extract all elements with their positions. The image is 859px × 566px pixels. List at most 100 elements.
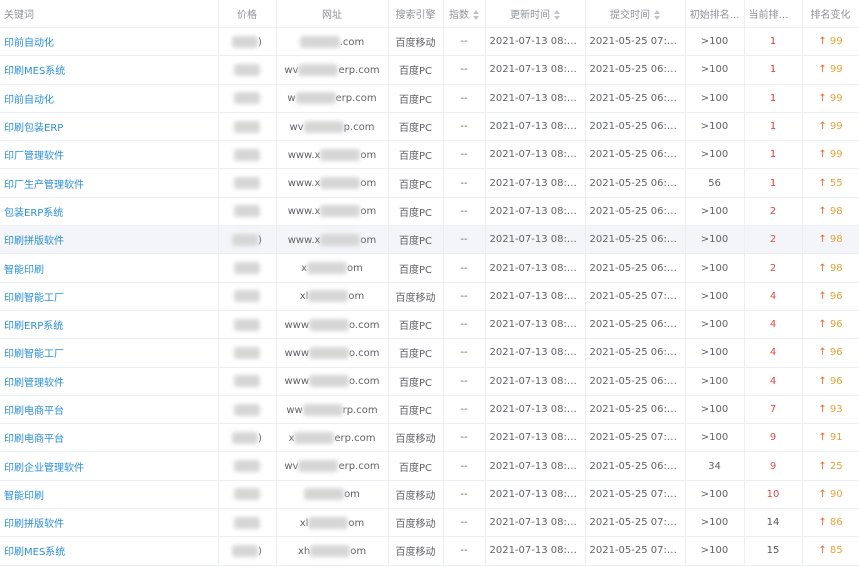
header-index[interactable]: 指数: [443, 0, 486, 28]
initial-rank-cell: >100: [685, 536, 745, 566]
header-submitted[interactable]: 提交时间: [585, 0, 686, 28]
engine-cell: 百度移动: [388, 508, 444, 538]
table-body: 印前自动化) .com 百度移动 -- 2021-07-13 08:20... 2021-…: [0, 27, 859, 566]
keyword-link[interactable]: 印厂生产管理软件: [0, 168, 219, 198]
initial-rank-cell: >100: [685, 480, 745, 510]
keyword-link[interactable]: 印刷MES系统: [0, 536, 219, 566]
sort-caret-icon[interactable]: [473, 10, 479, 20]
arrow-up-icon: ↑: [818, 404, 827, 415]
initial-rank-cell: >100: [685, 84, 745, 113]
url-prefix: www.x: [287, 149, 321, 161]
keyword-link[interactable]: 印刷包装ERP: [0, 112, 219, 142]
rank-change-value: 98: [829, 262, 843, 274]
rank-change-cell: ↑ 55: [802, 168, 859, 198]
keyword-link[interactable]: 印刷MES系统: [0, 55, 219, 85]
rank-change-cell: ↑ 91: [802, 423, 859, 453]
table-row[interactable]: 包装ERP系统 www.x om 百度PC -- 2021-07-13 08:20... 2…: [0, 197, 859, 227]
keyword-link[interactable]: 印前自动化: [0, 84, 219, 113]
table-row[interactable]: 印刷包装ERP wv p.com 百度PC -- 2021-07-13 08:20... 2…: [0, 112, 859, 142]
table-row[interactable]: 印刷企业管理软件 wv erp.com 百度PC -- 2021-07-13 08:20.…: [0, 451, 859, 481]
header-engine: 搜索引擎: [388, 0, 444, 28]
redacted-blur: [320, 177, 361, 190]
arrow-up-icon: ↑: [818, 545, 827, 557]
current-rank-cell: 4: [744, 282, 803, 311]
index-cell: --: [443, 536, 486, 566]
submitted-cell: 2021-05-25 06:57...: [585, 197, 686, 227]
price-cell: [218, 112, 277, 142]
initial-rank-cell: >100: [685, 423, 745, 453]
rank-change-value: 99: [829, 64, 843, 76]
updated-cell: 2021-07-13 08:20...: [485, 480, 586, 510]
table-row[interactable]: 印前自动化) .com 百度移动 -- 2021-07-13 08:20... 2021-…: [0, 27, 859, 57]
current-rank-cell: 9: [744, 423, 803, 453]
table-row[interactable]: 印前自动化 w erp.com 百度PC -- 2021-07-13 08:20... 20…: [0, 84, 859, 113]
engine-cell: 百度移动: [388, 282, 444, 311]
table-row[interactable]: 印厂生产管理软件 www.x om 百度PC -- 2021-07-13 08:20...…: [0, 168, 859, 198]
rank-change-cell: ↑ 99: [802, 140, 859, 170]
table-row[interactable]: 印厂管理软件 www.x om 百度PC -- 2021-07-13 08:20... 20…: [0, 140, 859, 170]
keyword-link[interactable]: 印刷拼版软件: [0, 225, 219, 255]
url-prefix: www: [284, 319, 310, 331]
initial-rank-cell: 56: [685, 168, 745, 198]
rank-change-cell: ↑ 85: [802, 536, 859, 566]
keyword-link[interactable]: 印刷电商平台: [0, 423, 219, 453]
table-row[interactable]: 印刷电商平台 ww rp.com 百度PC -- 2021-07-13 08:20... 2…: [0, 395, 859, 425]
redacted-blur: [234, 205, 260, 218]
url-cell: www o.com: [276, 367, 389, 396]
submitted-cell: 2021-05-25 06:57...: [585, 84, 686, 113]
table-row[interactable]: 智能印刷 om 百度移动 -- 2021-07-13 08:20... 2021-05-2…: [0, 480, 859, 510]
url-cell: xl om: [276, 282, 389, 311]
keyword-link[interactable]: 智能印刷: [0, 253, 219, 283]
keyword-link[interactable]: 印前自动化: [0, 27, 219, 57]
header-change[interactable]: 排名变化: [802, 0, 859, 28]
table-row[interactable]: 印刷ERP系统 www o.com 百度PC -- 2021-07-13 08:20...…: [0, 310, 859, 340]
url-suffix: p.com: [343, 121, 375, 133]
keyword-link[interactable]: 印刷ERP系统: [0, 310, 219, 340]
table-row[interactable]: 印刷智能工厂 xl om 百度移动 -- 2021-07-13 08:20... 2021-…: [0, 282, 859, 311]
url-cell: wv p.com: [276, 112, 389, 142]
keyword-link[interactable]: 印刷企业管理软件: [0, 451, 219, 481]
rank-change-cell: ↑ 96: [802, 282, 859, 311]
engine-cell: 百度PC: [388, 367, 444, 396]
price-cell: ): [218, 536, 277, 566]
keyword-link[interactable]: 印刷电商平台: [0, 395, 219, 425]
keyword-link[interactable]: 印刷管理软件: [0, 367, 219, 396]
keyword-link[interactable]: 印刷智能工厂: [0, 282, 219, 311]
arrow-up-icon: ↑: [818, 64, 827, 76]
url-prefix: www.x: [287, 178, 321, 190]
table-row[interactable]: 印刷MES系统) xh om 百度移动 -- 2021-07-13 08:20... 202…: [0, 536, 859, 566]
rank-change-value: 98: [829, 205, 843, 217]
table-row[interactable]: 印刷拼版软件 xl om 百度移动 -- 2021-07-13 08:20... 2021-…: [0, 508, 859, 538]
redacted-blur: [234, 460, 260, 473]
table-row[interactable]: 印刷拼版软件) www.x om 百度PC -- 2021-07-13 08:20... 2…: [0, 225, 859, 255]
keyword-link[interactable]: 印刷智能工厂: [0, 338, 219, 368]
sort-caret-icon[interactable]: [654, 10, 660, 20]
header-initial-rank[interactable]: 初始排名...: [685, 0, 745, 28]
url-suffix: om: [360, 206, 377, 218]
table-header-row: 关键词 价格 网址 搜索引擎 指数 更新时间 提交时间 初始排名... 当前排名…: [0, 0, 859, 28]
sort-caret-icon[interactable]: [554, 10, 560, 20]
table-row[interactable]: 印刷智能工厂 www o.com 百度PC -- 2021-07-13 08:20... 2…: [0, 338, 859, 368]
keyword-link[interactable]: 印刷拼版软件: [0, 508, 219, 538]
submitted-cell: 2021-05-25 07:04...: [585, 282, 686, 311]
redacted-blur: [294, 431, 335, 444]
updated-cell: 2021-07-13 08:20...: [485, 112, 586, 142]
table-row[interactable]: 印刷MES系统 wv erp.com 百度PC -- 2021-07-13 08:20..…: [0, 55, 859, 85]
header-current-rank[interactable]: 当前排名...: [744, 0, 803, 28]
updated-cell: 2021-07-13 08:20...: [485, 338, 586, 368]
initial-rank-cell: >100: [685, 140, 745, 170]
header-updated[interactable]: 更新时间: [485, 0, 586, 28]
table-row[interactable]: 印刷电商平台) x erp.com 百度移动 -- 2021-07-13 08:20...…: [0, 423, 859, 453]
table-row[interactable]: 智能印刷 x om 百度PC -- 2021-07-13 08:20... 2021-05-…: [0, 253, 859, 283]
index-cell: --: [443, 197, 486, 227]
arrow-up-icon: ↑: [818, 488, 827, 500]
table-row[interactable]: 印刷管理软件 www o.com 百度PC -- 2021-07-13 08:20... 2…: [0, 367, 859, 396]
keyword-link[interactable]: 包装ERP系统: [0, 197, 219, 227]
redacted-blur: [234, 403, 260, 416]
keyword-link[interactable]: 印厂管理软件: [0, 140, 219, 170]
keyword-link[interactable]: 智能印刷: [0, 480, 219, 510]
price-cell: [218, 338, 277, 368]
url-suffix: o.com: [349, 376, 380, 388]
current-rank-cell: 1: [744, 168, 803, 198]
index-cell: --: [443, 253, 486, 283]
